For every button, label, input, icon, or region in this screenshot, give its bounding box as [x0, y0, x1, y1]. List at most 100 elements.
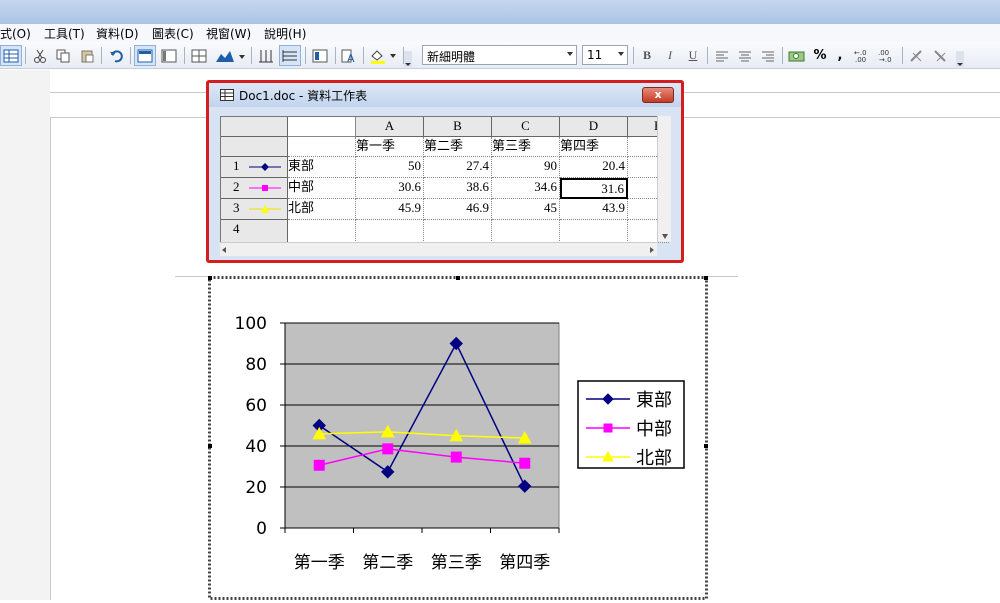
menu-help[interactable]: 說明(H)	[264, 25, 306, 42]
y-tick-label: 60	[245, 396, 267, 416]
angle-counterclockwise-icon[interactable]	[930, 45, 952, 66]
menu-window[interactable]: 視窗(W)	[206, 25, 251, 42]
data-table-icon[interactable]	[188, 45, 210, 66]
category-cell-4[interactable]: 第四季	[560, 137, 628, 157]
left-gutter	[0, 70, 50, 600]
value-axis-gridlines-icon[interactable]	[279, 45, 301, 66]
text-angle-icon[interactable]: A	[338, 45, 360, 66]
column-header-b[interactable]: B	[424, 117, 492, 137]
row-header-blank[interactable]	[221, 137, 288, 157]
resize-handle	[208, 444, 212, 448]
value-cell[interactable]: 90	[492, 157, 560, 178]
x-tick-label: 第四季	[499, 553, 550, 573]
italic-button[interactable]: I	[660, 45, 680, 66]
chart-type-icon[interactable]	[213, 45, 247, 66]
decrease-decimal-icon[interactable]: .00 →.0	[876, 45, 898, 66]
datasheet-window-icon	[220, 89, 234, 101]
datasheet-icon[interactable]	[0, 45, 22, 66]
copy-icon[interactable]	[53, 45, 73, 66]
paste-icon[interactable]	[77, 45, 97, 66]
category-cell-1[interactable]: 第一季	[356, 137, 424, 157]
data-cell[interactable]	[424, 220, 492, 243]
align-left-icon[interactable]	[712, 45, 732, 66]
close-icon: x	[654, 88, 662, 101]
column-header-c[interactable]: C	[492, 117, 560, 137]
value-cell[interactable]: 45	[492, 199, 560, 220]
value-cell[interactable]: 27.4	[424, 157, 492, 178]
font-name-combo[interactable]: 新細明體	[422, 45, 577, 65]
series-name-cell[interactable]: 東部	[288, 157, 356, 178]
increase-decimal-icon[interactable]: ←.0.00	[852, 45, 874, 66]
percent-button[interactable]: %	[810, 45, 830, 66]
horizontal-scrollbar[interactable]	[220, 242, 657, 256]
menu-chart[interactable]: 圖表(C)	[152, 25, 194, 42]
data-cell[interactable]	[560, 220, 628, 243]
align-center-icon[interactable]	[735, 45, 755, 66]
angle-clockwise-icon[interactable]	[906, 45, 928, 66]
cut-icon[interactable]	[30, 45, 50, 66]
data-point	[382, 443, 394, 455]
x-tick-label: 第一季	[294, 553, 345, 573]
font-size-dropdown-icon[interactable]	[618, 52, 624, 56]
value-cell[interactable]: 20.4	[560, 157, 628, 178]
fill-color-icon[interactable]	[367, 45, 399, 66]
column-header-d[interactable]: D	[560, 117, 628, 137]
datasheet-title-bar[interactable]: Doc1.doc - 資料工作表 x	[209, 83, 681, 107]
value-cell[interactable]: 30.6	[356, 178, 424, 199]
comma-button[interactable]: ,	[832, 45, 848, 66]
menu-data[interactable]: 資料(D)	[96, 25, 139, 42]
datasheet-grid[interactable]: A B C D E 第一季 第二季 第三季 第四季 1 東部 50 27.4 9…	[220, 116, 669, 243]
header-blank-cell[interactable]	[288, 117, 356, 137]
menu-tools[interactable]: 工具(T)	[44, 25, 85, 42]
series-name-cell[interactable]: 中部	[288, 178, 356, 199]
value-cell[interactable]: 50	[356, 157, 424, 178]
data-point	[313, 459, 325, 471]
category-cell-2[interactable]: 第二季	[424, 137, 492, 157]
data-cell[interactable]	[288, 220, 356, 243]
value-cell[interactable]: 46.9	[424, 199, 492, 220]
align-right-icon[interactable]	[758, 45, 778, 66]
row-header-3[interactable]: 3	[221, 199, 288, 220]
data-cell[interactable]	[492, 220, 560, 243]
font-name-dropdown-icon[interactable]	[567, 52, 573, 56]
category-axis-gridlines-icon[interactable]	[255, 45, 277, 66]
font-size-combo[interactable]: 11	[582, 45, 628, 65]
toolbar-overflow-icon-2[interactable]	[955, 48, 965, 69]
data-cell[interactable]	[288, 137, 356, 157]
line-chart[interactable]: 0 20 40 60 80 100 第一季 第二季 第三季 第四季 東部中部北部	[208, 276, 708, 600]
row-header-2[interactable]: 2	[221, 178, 288, 199]
datasheet-window[interactable]: Doc1.doc - 資料工作表 x A B C D E 第一季 第二季 第三季…	[206, 80, 684, 263]
undo-icon[interactable]	[106, 45, 126, 66]
row-header-4[interactable]: 4	[221, 220, 288, 243]
resize-handle	[208, 276, 212, 280]
x-tick-label: 第三季	[431, 553, 482, 573]
row-header-1[interactable]: 1	[221, 157, 288, 178]
data-point	[519, 457, 531, 469]
bold-button[interactable]: B	[637, 45, 657, 66]
value-cell[interactable]: 34.6	[492, 178, 560, 199]
vertical-scrollbar[interactable]	[657, 116, 671, 242]
chart-object[interactable]: 0 20 40 60 80 100 第一季 第二季 第三季 第四季 東部 中部 北部	[208, 276, 708, 600]
value-cell[interactable]: 38.6	[424, 178, 492, 199]
series-name-cell[interactable]: 北部	[288, 199, 356, 220]
currency-icon[interactable]	[786, 45, 808, 66]
underline-button[interactable]: U	[683, 45, 703, 66]
x-tick-label: 第二季	[362, 553, 413, 573]
scroll-arrows-icon[interactable]	[658, 116, 672, 242]
close-button[interactable]: x	[642, 87, 674, 103]
menu-format[interactable]: 式(O)	[0, 25, 31, 42]
scroll-arrows-horizontal-icon[interactable]	[220, 243, 657, 257]
font-name-value: 新細明體	[427, 50, 476, 64]
by-column-icon[interactable]	[158, 45, 180, 66]
legend-icon[interactable]	[309, 45, 331, 66]
data-cell[interactable]	[356, 220, 424, 243]
value-cell[interactable]: 45.9	[356, 199, 424, 220]
active-value-cell[interactable]: 31.6	[560, 178, 628, 199]
value-cell[interactable]: 43.9	[560, 199, 628, 220]
corner-cell[interactable]	[221, 117, 288, 137]
column-header-a[interactable]: A	[356, 117, 424, 137]
category-cell-3[interactable]: 第三季	[492, 137, 560, 157]
font-size-value: 11	[587, 48, 603, 62]
by-row-icon[interactable]	[134, 45, 156, 66]
toolbar-overflow-icon[interactable]	[403, 48, 413, 69]
